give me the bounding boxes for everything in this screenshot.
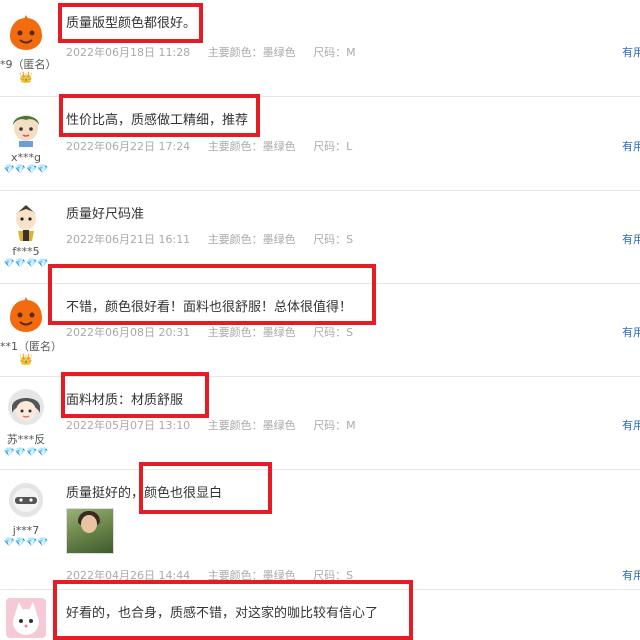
review-color: 主要颜色：墨绿色 (207, 326, 296, 339)
review-item: *9（匿名） 👑 质量版型颜色都很好。 2022年06月18日 11:28 主要… (0, 0, 640, 97)
review-item: **1（匿名） 👑 不错，颜色很好看！面料也很舒服！总体很值得！ 2022年06… (0, 284, 640, 377)
review-date: 2022年06月18日 11:28 (66, 46, 191, 59)
review-text: 性价比高，质感做工精细，推荐 (66, 113, 249, 128)
useful-link[interactable]: 有用 (622, 567, 640, 583)
review-date: 2022年05月07日 13:10 (66, 419, 191, 432)
review-user: *9（匿名） 👑 (0, 0, 57, 84)
useful-link[interactable]: 有用 (622, 231, 640, 247)
review-color: 主要颜色：墨绿色 (207, 140, 296, 153)
review-text: 质量好尺码准 (66, 207, 145, 222)
review-size: 尺码：M (313, 46, 356, 59)
review-item: f***5 💎💎💎💎 质量好尺码准 2022年06月21日 16:11 主要颜色… (0, 191, 640, 284)
review-size: 尺码：S (313, 569, 354, 582)
review-date: 2022年04月26日 14:44 (66, 569, 191, 582)
avatar[interactable] (6, 598, 46, 638)
review-user: j***7 💎💎💎💎 (0, 470, 52, 548)
review-item: 好看的，也合身，质感不错，对这家的咖比较有信心了 (0, 590, 640, 640)
review-meta: 2022年06月08日 20:31 主要颜色：墨绿色 尺码：S (66, 324, 367, 340)
username: x***g (11, 151, 41, 164)
avatar[interactable] (6, 107, 46, 147)
review-date: 2022年06月21日 16:11 (66, 233, 191, 246)
useful-link[interactable]: 有用 (622, 417, 640, 433)
review-color: 主要颜色：墨绿色 (207, 419, 296, 432)
review-user (0, 590, 52, 638)
review-meta: 2022年06月18日 11:28 主要颜色：墨绿色 尺码：M (66, 44, 370, 60)
review-text: 好看的，也合身，质感不错，对这家的咖比较有信心了 (66, 606, 379, 621)
review-user: 苏***反 💎💎💎💎 (0, 377, 52, 458)
review-photo[interactable] (66, 508, 114, 554)
review-text: 质量挺好的，颜色也很显白 (66, 486, 223, 501)
username: *9（匿名） (0, 58, 57, 71)
avatar[interactable] (6, 480, 46, 520)
diamond-icon: 💎💎💎💎 (3, 448, 49, 458)
review-user: **1（匿名） 👑 (0, 284, 62, 366)
review-meta: 2022年06月22日 17:24 主要颜色：墨绿色 尺码：L (66, 138, 366, 154)
username: **1（匿名） (0, 340, 62, 353)
username: f***5 (12, 245, 40, 258)
diamond-icon: 💎💎💎💎 (3, 538, 49, 548)
review-item: x***g 💎💎💎💎 性价比高，质感做工精细，推荐 2022年06月22日 17… (0, 97, 640, 191)
crown-icon: 👑 (19, 353, 33, 366)
review-user: f***5 💎💎💎💎 (0, 191, 52, 269)
username: j***7 (12, 524, 40, 537)
review-color: 主要颜色：墨绿色 (207, 233, 296, 246)
diamond-icon: 💎💎💎💎 (3, 259, 49, 269)
avatar[interactable] (6, 201, 46, 241)
useful-link[interactable]: 有用 (622, 324, 640, 340)
review-color: 主要颜色：墨绿色 (207, 46, 296, 59)
useful-link[interactable]: 有用 (622, 138, 640, 154)
useful-link[interactable]: 有用 (622, 44, 640, 60)
review-meta: 2022年04月26日 14:44 主要颜色：墨绿色 尺码：S (66, 567, 367, 583)
crown-icon: 👑 (19, 71, 33, 84)
review-size: 尺码：M (313, 419, 356, 432)
review-size: 尺码：S (313, 233, 354, 246)
review-item: 苏***反 💎💎💎💎 面料材质：材质舒服 2022年05月07日 13:10 主… (0, 377, 640, 470)
review-meta: 2022年05月07日 13:10 主要颜色：墨绿色 尺码：M (66, 417, 370, 433)
review-size: 尺码：S (313, 326, 354, 339)
review-text: 质量版型颜色都很好。 (66, 16, 197, 31)
review-text: 不错，颜色很好看！面料也很舒服！总体很值得！ (66, 300, 353, 315)
review-color: 主要颜色：墨绿色 (207, 569, 296, 582)
avatar[interactable] (6, 12, 46, 52)
diamond-icon: 💎💎💎💎 (3, 165, 49, 175)
username: 苏***反 (6, 433, 46, 446)
review-item: j***7 💎💎💎💎 质量挺好的，颜色也很显白 2022年04月26日 14:4… (0, 470, 640, 590)
review-date: 2022年06月08日 20:31 (66, 326, 191, 339)
avatar[interactable] (6, 294, 46, 334)
review-user: x***g 💎💎💎💎 (0, 97, 52, 175)
review-size: 尺码：L (313, 140, 353, 153)
review-meta: 2022年06月21日 16:11 主要颜色：墨绿色 尺码：S (66, 231, 367, 247)
review-text: 面料材质：材质舒服 (66, 393, 184, 408)
review-date: 2022年06月22日 17:24 (66, 140, 191, 153)
avatar[interactable] (6, 387, 46, 427)
